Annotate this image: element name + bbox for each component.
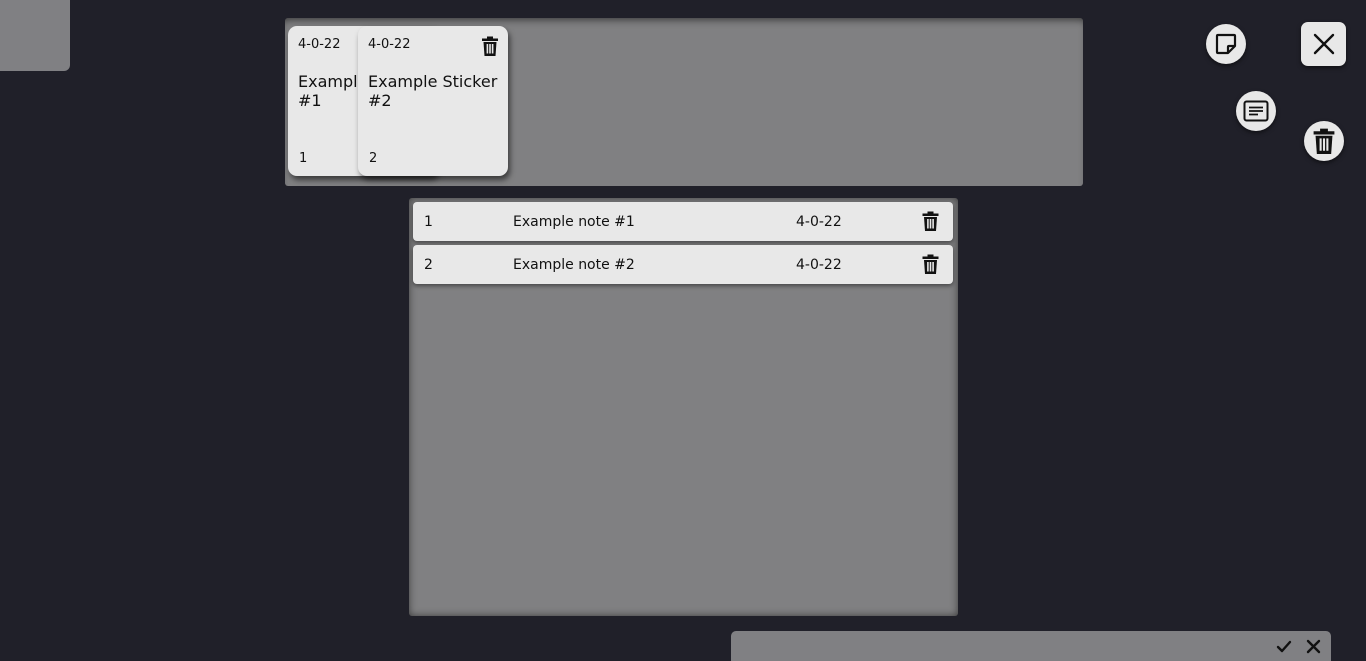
sticker-title: Example Sticker #2 [368,72,498,110]
note-id: 2 [424,257,433,273]
notes-panel: 1 Example note #1 4-0-22 2 Example note … [409,198,958,616]
note-date: 4-0-22 [796,257,842,273]
editor-bar [731,631,1331,661]
close-button[interactable] [1301,22,1346,66]
trash-icon[interactable] [482,36,498,56]
trash-icon[interactable] [922,211,939,231]
new-note-icon [1243,100,1269,122]
note-date: 4-0-22 [796,214,842,230]
delete-all-icon [1313,128,1335,154]
note-text: Example note #2 [513,257,635,273]
sticker-id: 2 [369,151,378,166]
close-icon [1313,33,1334,55]
note-row[interactable]: 2 Example note #2 4-0-22 [413,245,953,284]
sticker-card[interactable]: 4-0-22 Example Sticker #2 2 [358,26,508,176]
new-note-button[interactable] [1236,91,1276,131]
note-text: Example note #1 [513,214,635,230]
corner-panel [0,0,70,71]
trash-icon[interactable] [922,254,939,274]
new-sticker-button[interactable] [1206,24,1246,64]
sticker-id: 1 [299,151,308,166]
delete-all-button[interactable] [1304,121,1344,161]
close-icon[interactable] [1306,639,1321,654]
sticker-date: 4-0-22 [368,37,411,52]
sticker-board: 4-0-22 Example Sticker #1 1 4-0-22 Examp… [285,18,1083,186]
new-sticker-icon [1215,33,1237,55]
check-icon[interactable] [1276,639,1292,653]
note-row[interactable]: 1 Example note #1 4-0-22 [413,202,953,241]
note-id: 1 [424,214,433,230]
